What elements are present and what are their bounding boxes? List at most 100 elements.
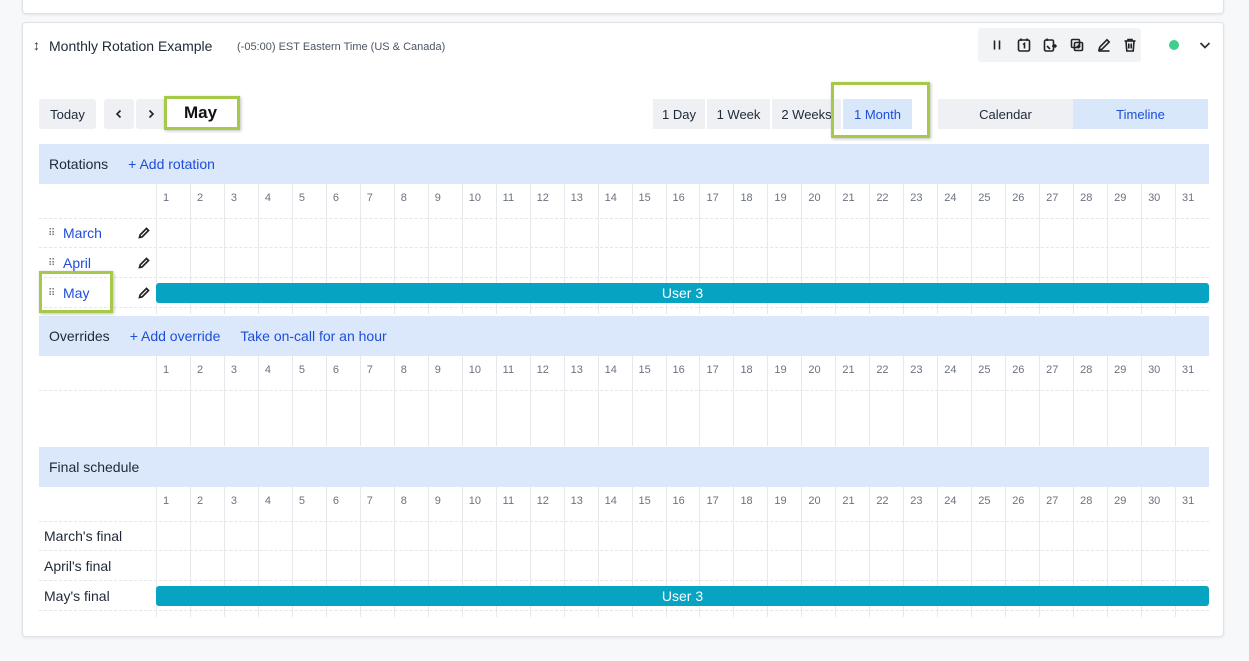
final-row-name: May's final bbox=[44, 588, 110, 604]
day-number: 10 bbox=[468, 364, 481, 376]
day-number: 22 bbox=[876, 192, 889, 204]
row-divider bbox=[39, 218, 1209, 219]
day-number: 1 bbox=[163, 364, 170, 376]
final-schedule-title: Final schedule bbox=[49, 459, 140, 475]
pencil-icon[interactable] bbox=[137, 226, 151, 240]
range-1-month[interactable]: 1 Month bbox=[843, 99, 912, 129]
day-number: 3 bbox=[230, 192, 238, 204]
rotation-name[interactable]: March bbox=[63, 225, 102, 241]
day-number: 31 bbox=[1182, 364, 1195, 376]
day-number: 4 bbox=[264, 364, 272, 376]
day-number: 8 bbox=[400, 495, 407, 507]
day-number: 31 bbox=[1182, 192, 1195, 204]
chevron-down-icon[interactable] bbox=[1197, 37, 1213, 53]
rotation-name[interactable]: May bbox=[63, 285, 89, 301]
day-number: 3 bbox=[230, 364, 238, 376]
view-timeline[interactable]: Timeline bbox=[1073, 99, 1208, 129]
day-number: 27 bbox=[1046, 364, 1059, 376]
drag-grip-icon[interactable]: ⠿ bbox=[48, 228, 63, 239]
row-divider bbox=[39, 610, 1209, 611]
overrides-grid: 1 2 3 4 5 6 7 8 9 10 11 12 13 14 15 16 17 18 19 20 21 22 23 24 2… bbox=[39, 356, 1209, 446]
view-calendar[interactable]: Calendar bbox=[938, 99, 1073, 129]
schedule-card: ↕ Monthly Rotation Example (-05:00) EST … bbox=[22, 22, 1224, 637]
day-number: 4 bbox=[264, 192, 272, 204]
day-number: 8 bbox=[400, 192, 407, 204]
day-number: 10 bbox=[468, 192, 481, 204]
day-number: 21 bbox=[842, 495, 855, 507]
add-override-link[interactable]: + Add override bbox=[130, 328, 221, 344]
copy-icon[interactable] bbox=[1066, 34, 1088, 56]
day-number: 17 bbox=[706, 192, 719, 204]
day-number: 7 bbox=[366, 364, 373, 376]
day-number: 16 bbox=[672, 192, 685, 204]
day-number: 11 bbox=[502, 495, 515, 507]
day-number: 25 bbox=[978, 192, 991, 204]
shift-bar[interactable]: User 3 bbox=[156, 586, 1209, 606]
day-number: 23 bbox=[910, 495, 923, 507]
overrides-header: Overrides + Add override Take on-call fo… bbox=[39, 316, 1209, 356]
day-number: 17 bbox=[706, 364, 719, 376]
day-number: 24 bbox=[944, 364, 957, 376]
today-button[interactable]: Today bbox=[39, 99, 96, 129]
day-number: 26 bbox=[1012, 495, 1025, 507]
day-number: 27 bbox=[1046, 192, 1059, 204]
day-number: 15 bbox=[638, 495, 651, 507]
day-number: 2 bbox=[196, 364, 204, 376]
prev-month-button[interactable] bbox=[104, 99, 134, 129]
day-number: 29 bbox=[1114, 364, 1127, 376]
day-number: 24 bbox=[944, 495, 957, 507]
drag-grip-icon[interactable]: ⠿ bbox=[48, 258, 63, 269]
day-number: 11 bbox=[502, 192, 515, 204]
range-1-day[interactable]: 1 Day bbox=[653, 99, 705, 129]
day-number: 13 bbox=[570, 495, 583, 507]
shift-bar[interactable]: User 3 bbox=[156, 283, 1209, 303]
rotation-name[interactable]: April bbox=[63, 255, 91, 271]
day-number: 28 bbox=[1080, 192, 1093, 204]
view-selector: Calendar Timeline bbox=[938, 99, 1208, 129]
day-number: 18 bbox=[740, 192, 753, 204]
day-number: 26 bbox=[1012, 364, 1025, 376]
day-number: 3 bbox=[230, 495, 238, 507]
calendar-swap-icon[interactable] bbox=[1039, 34, 1061, 56]
day-number: 2 bbox=[196, 192, 204, 204]
drag-grip-icon[interactable]: ⠿ bbox=[48, 288, 63, 299]
day-number: 9 bbox=[434, 495, 441, 507]
add-rotation-link[interactable]: + Add rotation bbox=[128, 156, 215, 172]
range-1-week[interactable]: 1 Week bbox=[707, 99, 770, 129]
day-number: 27 bbox=[1046, 495, 1059, 507]
pencil-icon[interactable] bbox=[137, 256, 151, 270]
rotation-row-label[interactable]: ⠿ April bbox=[39, 249, 156, 277]
next-month-button[interactable] bbox=[136, 99, 166, 129]
pencil-icon[interactable] bbox=[137, 286, 151, 300]
day-number: 22 bbox=[876, 364, 889, 376]
day-number: 23 bbox=[910, 364, 923, 376]
status-indicator bbox=[1169, 40, 1179, 50]
schedule-timezone: (-05:00) EST Eastern Time (US & Canada) bbox=[237, 41, 446, 53]
day-number: 14 bbox=[604, 364, 617, 376]
rotation-row-label[interactable]: ⠿ March bbox=[39, 219, 156, 247]
day-number: 9 bbox=[434, 192, 441, 204]
day-number: 1 bbox=[163, 192, 170, 204]
range-2-weeks[interactable]: 2 Weeks bbox=[772, 99, 841, 129]
calendar-one-icon[interactable] bbox=[1013, 34, 1035, 56]
chevron-right-icon bbox=[148, 109, 155, 119]
pencil-icon[interactable] bbox=[1093, 34, 1115, 56]
chevron-left-icon bbox=[115, 109, 122, 119]
schedule-actions bbox=[978, 28, 1141, 62]
take-oncall-link[interactable]: Take on-call for an hour bbox=[240, 328, 386, 344]
reorder-arrows-icon[interactable]: ↕ bbox=[33, 37, 40, 53]
day-number: 26 bbox=[1012, 192, 1025, 204]
overrides-title: Overrides bbox=[49, 328, 110, 344]
current-month-label: May bbox=[164, 96, 240, 130]
final-row-name: April's final bbox=[44, 558, 112, 574]
day-number: 10 bbox=[468, 495, 481, 507]
day-number: 5 bbox=[298, 364, 305, 376]
day-number: 12 bbox=[536, 192, 549, 204]
trash-icon[interactable] bbox=[1119, 34, 1141, 56]
rotation-row-label[interactable]: ⠿ May bbox=[39, 279, 156, 307]
day-number: 4 bbox=[264, 495, 272, 507]
schedule-title: Monthly Rotation Example bbox=[49, 38, 213, 54]
pause-icon[interactable] bbox=[986, 34, 1008, 56]
day-number: 14 bbox=[604, 495, 617, 507]
day-number: 30 bbox=[1148, 364, 1161, 376]
